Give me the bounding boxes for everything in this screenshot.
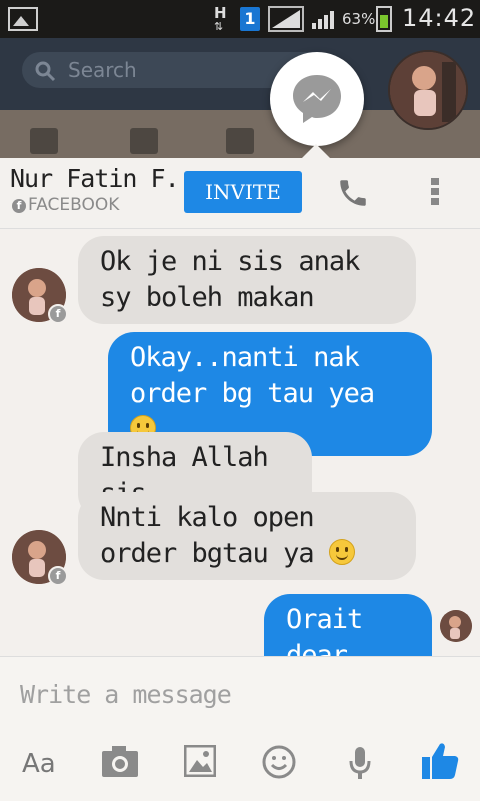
chat-header: Nur Fatin F... f FACEBOOK INVITE [0, 158, 480, 229]
message-text: Okay..nanti nak order bg tau yea [130, 342, 375, 409]
image-icon[interactable] [184, 745, 216, 777]
clock: 14:42 [402, 4, 477, 32]
gallery-notification-icon [8, 7, 38, 31]
message-text: Nnti kalo open order bgtau ya [100, 502, 315, 569]
contact-source: f FACEBOOK [12, 195, 119, 215]
camera-icon[interactable] [100, 745, 140, 779]
microphone-icon[interactable] [348, 745, 372, 781]
message-composer: Aa [0, 656, 480, 801]
facebook-icon: f [12, 199, 26, 213]
sim-indicator: 1 [240, 7, 260, 31]
search-icon [35, 61, 56, 82]
contact-avatar: f [12, 268, 68, 324]
status-bar: H ⇅ 1 63% 14:42 [0, 0, 480, 38]
contact-source-label: FACEBOOK [28, 195, 120, 215]
messenger-icon [293, 75, 341, 123]
text-format-icon[interactable]: Aa [22, 749, 56, 779]
contact-name: Nur Fatin F... [10, 164, 208, 193]
more-options-icon[interactable] [430, 178, 440, 210]
phone-icon[interactable] [336, 176, 370, 210]
message-text: Ok je ni sis anak sy boleh makan [100, 246, 360, 313]
facebook-badge-icon: f [48, 304, 68, 324]
message-bubble-incoming: Ok je ni sis anak sy boleh makan [78, 236, 416, 324]
contact-avatar: f [12, 530, 68, 586]
messages-icon [226, 128, 254, 154]
battery-percent: 63% [342, 10, 376, 28]
signal-icon-2 [310, 7, 340, 31]
message-bubble-incoming: Nnti kalo open order bgtau ya [78, 492, 416, 580]
invite-button[interactable]: INVITE [184, 171, 302, 213]
emoji-icon[interactable] [262, 745, 296, 779]
signal-icon [268, 6, 304, 32]
message-input[interactable] [18, 673, 462, 715]
panel-pointer [302, 144, 330, 158]
like-icon[interactable] [420, 741, 460, 781]
wink-emoji-icon [328, 539, 355, 565]
contact-chat-head-avatar[interactable] [388, 50, 468, 130]
friends-icon [130, 128, 158, 154]
messenger-chat-head[interactable] [270, 52, 364, 146]
news-icon [30, 128, 58, 154]
facebook-badge-icon: f [48, 566, 68, 586]
my-avatar [440, 610, 472, 642]
battery-icon [376, 6, 392, 32]
search-placeholder: Search [68, 58, 137, 82]
data-activity-icon: ⇅ [214, 20, 224, 33]
